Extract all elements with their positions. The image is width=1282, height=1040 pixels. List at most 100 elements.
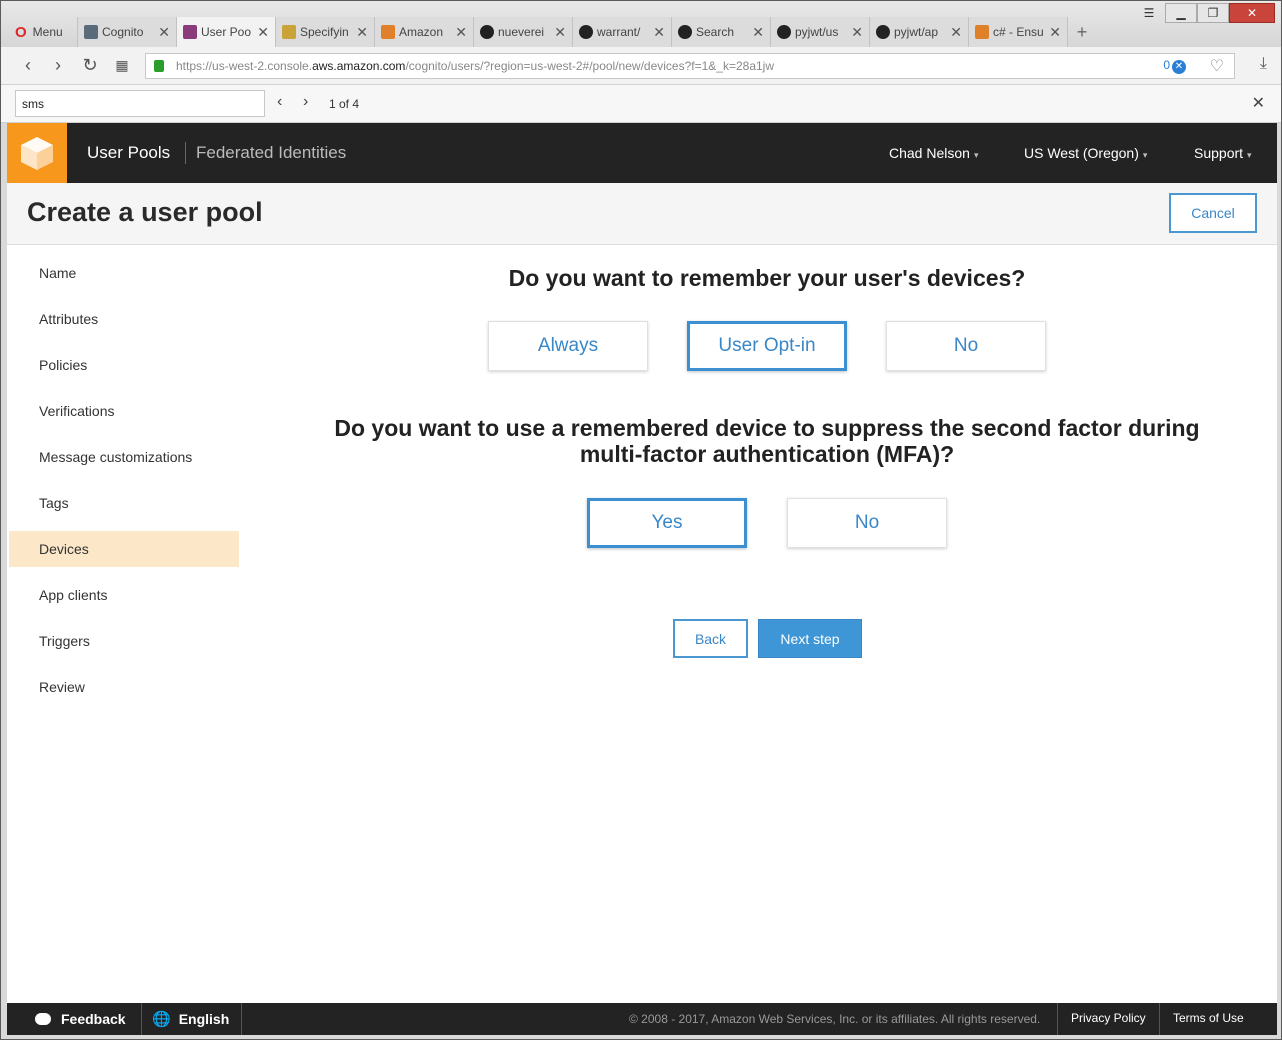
tab-label: Amazon [399, 25, 444, 39]
tab-close-icon[interactable]: ✕ [158, 24, 170, 41]
chevron-down-icon: ▾ [1247, 150, 1252, 160]
url-prefix: https://us-west-2.console. [176, 59, 313, 73]
tab-menu-icon[interactable]: ☰ [1133, 3, 1165, 23]
sidebar-item-app-clients[interactable]: App clients [9, 577, 239, 613]
url-field[interactable]: https://us-west-2.console. aws.amazon.com… [145, 53, 1235, 79]
tab-label: c# - Ensu [993, 25, 1044, 39]
back-arrow-icon[interactable]: ‹ [17, 55, 39, 76]
no-remember-option-button[interactable]: No [886, 321, 1046, 371]
find-bar: ‹ › 1 of 4 ✕ [1, 85, 1281, 123]
tab-item[interactable]: c# - Ensu ✕ [969, 17, 1068, 47]
no-suppress-option-button[interactable]: No [787, 498, 947, 548]
tab-close-icon[interactable]: ✕ [950, 24, 962, 41]
yes-suppress-option-button[interactable]: Yes [587, 498, 747, 548]
speed-dial-icon[interactable]: ▦ [111, 57, 133, 74]
bookmark-heart-icon[interactable]: ♡ [1210, 56, 1224, 76]
minimize-icon[interactable]: ▁ [1165, 3, 1197, 23]
suppress-mfa-question-line2: multi-factor authentication (MFA)? [579, 441, 955, 467]
tab-favicon-icon [381, 25, 395, 39]
tab-item[interactable]: pyjwt/us ✕ [771, 17, 870, 47]
tab-close-icon[interactable]: ✕ [752, 24, 764, 41]
find-input[interactable] [15, 90, 265, 117]
menu-label: Menu [32, 25, 63, 39]
remember-devices-question: Do you want to remember your user's devi… [508, 265, 1026, 291]
github-icon [480, 25, 494, 39]
tab-favicon-icon [183, 25, 197, 39]
find-previous-icon[interactable]: ‹ [277, 93, 282, 111]
aws-cube-logo-icon[interactable] [7, 123, 67, 183]
github-icon [876, 25, 890, 39]
tab-item-active[interactable]: User Poo ✕ [177, 17, 276, 47]
cancel-button[interactable]: Cancel [1169, 193, 1257, 233]
opera-menu-button[interactable]: O Menu [9, 17, 78, 47]
tab-item[interactable]: pyjwt/ap ✕ [870, 17, 969, 47]
tab-close-icon[interactable]: ✕ [653, 24, 665, 41]
sidebar-item-review[interactable]: Review [9, 669, 239, 705]
address-bar: ‹ › ↻ ▦ https://us-west-2.console. aws.am… [1, 47, 1281, 85]
speech-bubble-icon [35, 1013, 51, 1025]
wizard-step-sidebar: Name Attributes Policies Verifications M… [9, 255, 239, 715]
federated-identities-link[interactable]: Federated Identities [196, 143, 346, 163]
user-pools-link[interactable]: User Pools [87, 143, 170, 163]
support-label: Support [1194, 145, 1244, 161]
find-close-icon[interactable]: ✕ [1252, 93, 1265, 113]
tab-close-icon[interactable]: ✕ [554, 24, 566, 41]
github-icon [678, 25, 692, 39]
forward-arrow-icon[interactable]: › [47, 55, 69, 76]
header-separator [185, 142, 186, 164]
region-menu[interactable]: US West (Oregon) ▾ [1024, 145, 1147, 161]
tab-item[interactable]: Cognito ✕ [78, 17, 177, 47]
footer-separator [1057, 1003, 1058, 1035]
support-menu[interactable]: Support ▾ [1194, 145, 1252, 161]
find-count: 1 of 4 [329, 97, 360, 111]
tab-item[interactable]: nueverei ✕ [474, 17, 573, 47]
new-tab-plus-icon[interactable]: + [1068, 17, 1096, 47]
tab-label: pyjwt/us [795, 25, 839, 39]
privacy-policy-link[interactable]: Privacy Policy [1071, 1011, 1146, 1025]
tab-close-icon[interactable]: ✕ [851, 24, 863, 41]
reload-icon[interactable]: ↻ [79, 55, 101, 76]
terms-of-use-link[interactable]: Terms of Use [1173, 1011, 1244, 1025]
feedback-button[interactable]: Feedback [35, 1003, 126, 1035]
tab-item[interactable]: Amazon ✕ [375, 17, 474, 47]
sidebar-item-policies[interactable]: Policies [9, 347, 239, 383]
download-icon[interactable]: ⤓ [1260, 55, 1267, 73]
sidebar-item-verifications[interactable]: Verifications [9, 393, 239, 429]
tab-close-icon[interactable]: ✕ [1049, 24, 1061, 41]
adblock-icon: ✕ [1172, 60, 1186, 74]
language-selector[interactable]: 🌐 English [152, 1003, 229, 1035]
sidebar-item-tags[interactable]: Tags [9, 485, 239, 521]
feedback-label: Feedback [61, 1011, 126, 1027]
tab-item[interactable]: Search ✕ [672, 17, 771, 47]
user-menu[interactable]: Chad Nelson ▾ [889, 145, 978, 161]
sidebar-item-triggers[interactable]: Triggers [9, 623, 239, 659]
tab-close-icon[interactable]: ✕ [455, 24, 467, 41]
sidebar-item-name[interactable]: Name [9, 255, 239, 291]
maximize-icon[interactable]: ❐ [1197, 3, 1229, 23]
footer-separator [141, 1003, 142, 1035]
tab-label: pyjwt/ap [894, 25, 939, 39]
find-next-icon[interactable]: › [303, 93, 308, 111]
back-button[interactable]: Back [673, 619, 748, 658]
always-option-button[interactable]: Always [488, 321, 648, 371]
next-step-button[interactable]: Next step [758, 619, 862, 658]
tab-item[interactable]: Specifyin ✕ [276, 17, 375, 47]
tab-close-icon[interactable]: ✕ [257, 24, 269, 41]
tab-favicon-icon [975, 25, 989, 39]
opera-logo-icon: O [15, 23, 27, 41]
sidebar-item-message-customizations[interactable]: Message customizations [9, 439, 239, 475]
adblock-indicator[interactable]: 0 ✕ [1163, 58, 1186, 74]
tab-item[interactable]: warrant/ ✕ [573, 17, 672, 47]
close-window-icon[interactable]: ✕ [1229, 3, 1275, 23]
sidebar-item-attributes[interactable]: Attributes [9, 301, 239, 337]
tab-label: nueverei [498, 25, 545, 39]
page-viewport: User Pools Federated Identities Chad Nel… [7, 123, 1277, 1035]
lock-icon [154, 60, 164, 72]
url-suffix: /cognito/users/?region=us-west-2#/pool/n… [405, 59, 774, 73]
sidebar-item-devices[interactable]: Devices [9, 531, 239, 567]
user-opt-in-option-button[interactable]: User Opt-in [687, 321, 847, 371]
globe-icon: 🌐 [152, 1011, 171, 1028]
tab-label: Cognito [102, 25, 144, 39]
tab-close-icon[interactable]: ✕ [356, 24, 368, 41]
tab-favicon-icon [282, 25, 296, 39]
